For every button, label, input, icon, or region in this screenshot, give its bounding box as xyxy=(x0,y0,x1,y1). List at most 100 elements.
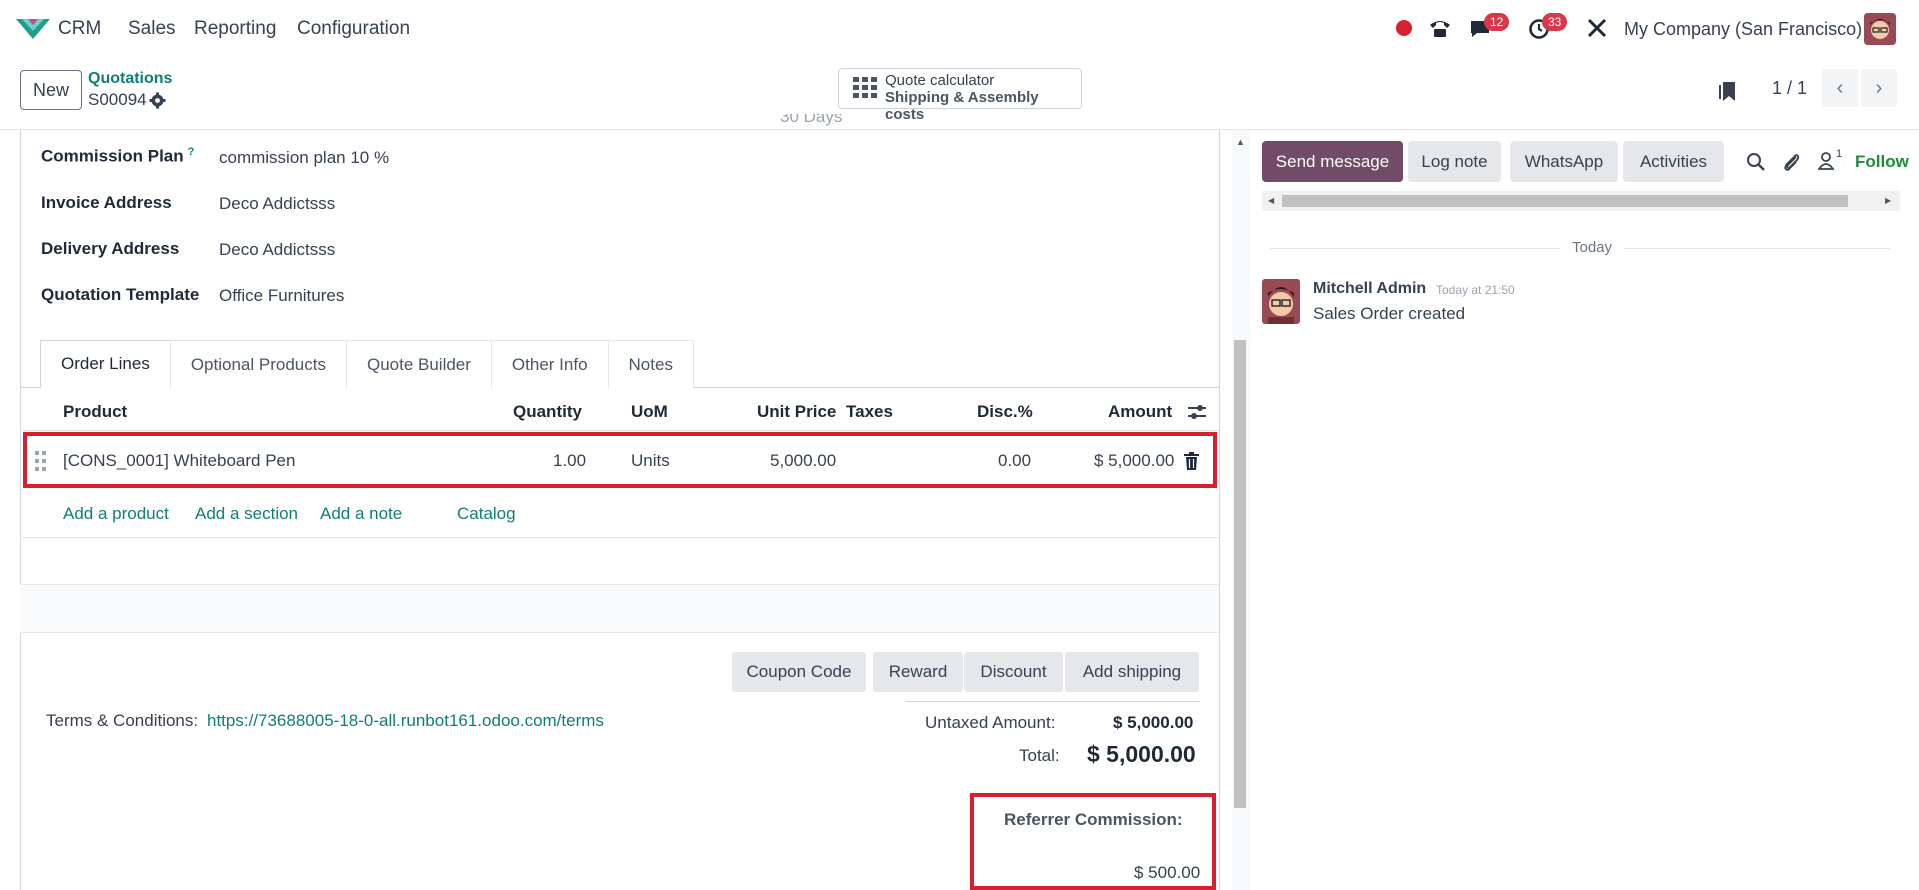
send-message-button[interactable]: Send message xyxy=(1262,141,1403,182)
message-author[interactable]: Mitchell Admin xyxy=(1313,280,1426,298)
field-delivery-address[interactable]: Deco Addictsss xyxy=(219,240,335,260)
field-invoice-address[interactable]: Deco Addictsss xyxy=(219,194,335,214)
scroll-up-arrow-icon[interactable]: ▲ xyxy=(1236,137,1245,147)
partial-payment-terms: 30 Days xyxy=(780,114,843,126)
new-button[interactable]: New xyxy=(20,70,82,110)
field-label-quotation-template: Quotation Template xyxy=(41,285,200,304)
recording-dot-icon[interactable] xyxy=(1396,20,1412,36)
column-header-taxes[interactable]: Taxes xyxy=(846,402,893,422)
column-header-unit-price[interactable]: Unit Price xyxy=(757,402,836,422)
empty-row xyxy=(20,585,1219,632)
row-divider-1 xyxy=(20,537,1219,538)
whatsapp-button[interactable]: WhatsApp xyxy=(1510,141,1618,182)
line-quantity[interactable]: 1.00 xyxy=(553,451,586,471)
line-amount: $ 5,000.00 xyxy=(1094,451,1175,470)
grid-icon xyxy=(853,77,877,99)
add-product-link[interactable]: Add a product xyxy=(63,504,169,524)
menu-sales[interactable]: Sales xyxy=(128,18,176,40)
activities-badge: 33 xyxy=(1542,13,1568,31)
message-body: Sales Order created xyxy=(1313,304,1466,323)
column-header-product[interactable]: Product xyxy=(63,402,127,422)
optional-columns-icon[interactable] xyxy=(1187,403,1207,421)
untaxed-amount-value: $ 5,000.00 xyxy=(1113,713,1194,732)
message-time: Today at 21:50 xyxy=(1436,283,1515,297)
paperclip-icon[interactable] xyxy=(1782,151,1802,173)
scroll-right-arrow-icon[interactable]: ▶ xyxy=(1885,196,1891,205)
totals-divider xyxy=(905,701,1200,702)
discount-button[interactable]: Discount xyxy=(964,652,1063,692)
field-commission-plan[interactable]: commission plan 10 % xyxy=(219,148,389,168)
coupon-code-button[interactable]: Coupon Code xyxy=(732,652,866,692)
add-section-link[interactable]: Add a section xyxy=(195,504,298,524)
pager-previous-button[interactable]: ‹ xyxy=(1822,69,1858,107)
follow-button[interactable]: Follow xyxy=(1855,152,1919,172)
line-discount[interactable]: 0.00 xyxy=(998,451,1031,471)
menu-configuration[interactable]: Configuration xyxy=(297,18,410,40)
message-author-avatar[interactable] xyxy=(1262,279,1300,324)
terms-url-link[interactable]: https://73688005-18-0-all.runbot161.odoo… xyxy=(207,711,604,731)
chatter-horizontal-scrollbar-thumb[interactable] xyxy=(1282,195,1848,207)
follow-label: Follow xyxy=(1855,152,1909,171)
messages-badge: 12 xyxy=(1484,13,1510,31)
log-note-button[interactable]: Log note xyxy=(1408,141,1501,182)
quote-calc-subtitle: Shipping & Assembly costs xyxy=(885,89,1039,123)
record-name: S00094 xyxy=(88,90,147,109)
user-avatar[interactable] xyxy=(1864,13,1896,45)
field-label-invoice-address: Invoice Address xyxy=(41,193,172,212)
menu-reporting[interactable]: Reporting xyxy=(194,18,276,40)
phone-icon[interactable] xyxy=(1428,17,1452,39)
column-header-amount[interactable]: Amount xyxy=(1108,402,1172,422)
total-label: Total: xyxy=(1019,746,1060,765)
company-switcher[interactable]: My Company (San Francisco) xyxy=(1624,19,1862,40)
line-uom[interactable]: Units xyxy=(631,451,670,471)
trash-icon[interactable] xyxy=(1184,452,1199,470)
referrer-commission-label: Referrer Commission: xyxy=(1004,810,1183,829)
column-header-disc[interactable]: Disc.% xyxy=(977,402,1033,422)
tab-order-lines[interactable]: Order Lines xyxy=(40,340,171,388)
header-row-divider xyxy=(20,430,1219,431)
total-value: $ 5,000.00 xyxy=(1087,741,1196,767)
terms-label: Terms & Conditions: xyxy=(46,711,199,730)
catalog-link[interactable]: Catalog xyxy=(457,504,516,524)
field-quotation-template[interactable]: Office Furnitures xyxy=(219,286,344,306)
app-name[interactable]: CRM xyxy=(58,18,101,40)
tab-quote-builder[interactable]: Quote Builder xyxy=(345,340,492,388)
column-header-quantity[interactable]: Quantity xyxy=(513,402,582,422)
chevron-right-icon: › xyxy=(1875,76,1883,99)
form-scrollbar-thumb[interactable] xyxy=(1234,340,1246,808)
column-header-uom[interactable]: UoM xyxy=(631,402,668,422)
quote-calculator-button[interactable]: Quote calculator Shipping & Assembly cos… xyxy=(838,68,1082,123)
line-unit-price[interactable]: 5,000.00 xyxy=(770,451,836,471)
top-navbar: CRM Sales Reporting Configuration 12 33 … xyxy=(0,0,1919,58)
bookmark-icon[interactable] xyxy=(1718,79,1738,103)
date-separator: Today xyxy=(1560,239,1625,256)
pager-next-button[interactable]: › xyxy=(1861,69,1897,107)
add-shipping-button[interactable]: Add shipping xyxy=(1065,652,1199,692)
untaxed-amount-label: Untaxed Amount: xyxy=(925,713,1056,732)
followers-count: 1 xyxy=(1836,148,1843,160)
tab-notes[interactable]: Notes xyxy=(607,340,694,388)
tab-optional-products[interactable]: Optional Products xyxy=(169,340,347,388)
notebook-tabs: Order Lines Optional Products Quote Buil… xyxy=(40,340,694,388)
field-label-commission-plan: Commission Plan? xyxy=(41,146,195,166)
search-icon[interactable] xyxy=(1746,152,1766,172)
breadcrumb-quotations[interactable]: Quotations xyxy=(88,70,172,88)
pager-value[interactable]: 1 / 1 xyxy=(1772,78,1807,99)
chevron-left-icon: ‹ xyxy=(1836,76,1844,99)
row-divider-3 xyxy=(20,632,1219,633)
followers-icon[interactable] xyxy=(1818,151,1834,171)
referrer-commission-value: $ 500.00 xyxy=(1134,863,1201,882)
add-note-link[interactable]: Add a note xyxy=(320,504,402,524)
tab-other-info[interactable]: Other Info xyxy=(490,340,609,388)
field-label-delivery-address: Delivery Address xyxy=(41,239,180,258)
help-icon[interactable]: ? xyxy=(188,146,195,158)
tools-icon[interactable] xyxy=(1586,17,1608,39)
drag-handle-icon[interactable] xyxy=(35,451,47,471)
quote-calc-title: Quote calculator xyxy=(885,72,995,89)
gear-icon[interactable] xyxy=(149,92,166,109)
reward-button[interactable]: Reward xyxy=(873,652,963,692)
line-product[interactable]: [CONS_0001] Whiteboard Pen xyxy=(63,451,295,471)
activities-button[interactable]: Activities xyxy=(1623,141,1724,182)
app-logo-icon[interactable] xyxy=(16,17,50,41)
scroll-left-arrow-icon[interactable]: ◀ xyxy=(1268,196,1274,205)
